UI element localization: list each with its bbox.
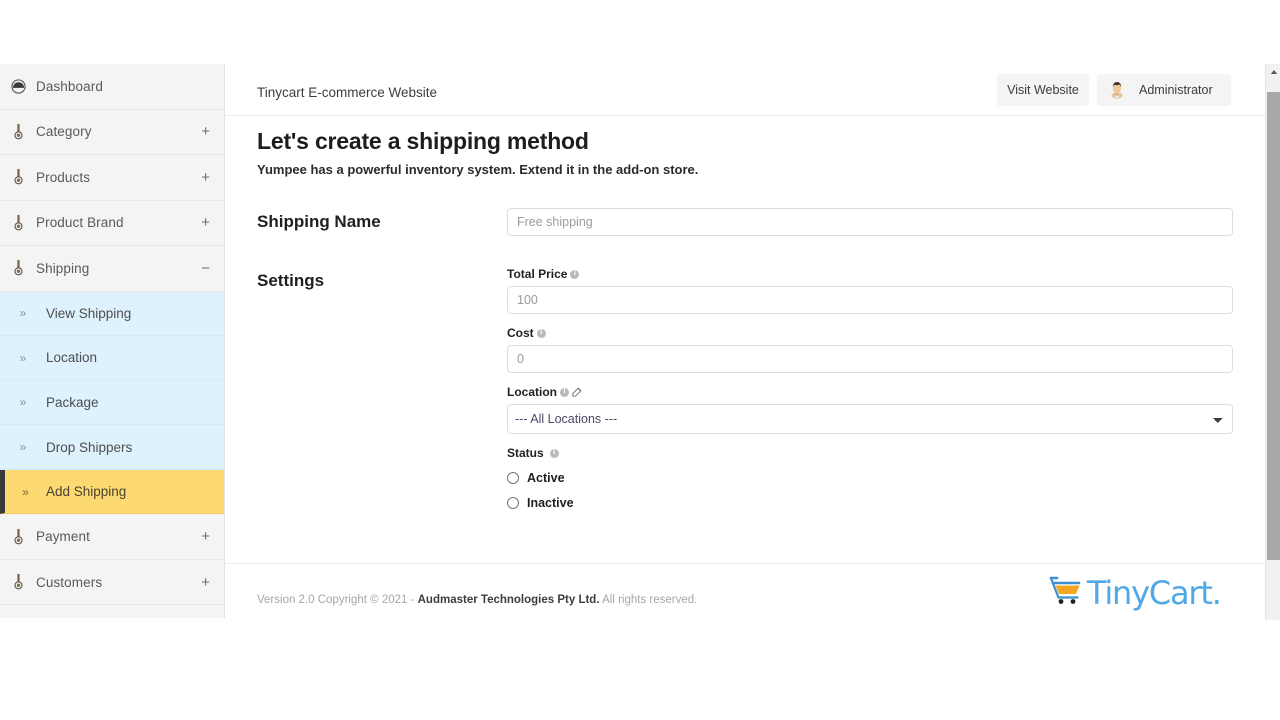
status-active-label[interactable]: Active xyxy=(527,471,565,485)
sidebar-item-label: Location xyxy=(46,350,98,366)
location-label: Location xyxy=(507,385,557,399)
pin-icon xyxy=(0,214,36,231)
scroll-up-arrow-icon[interactable] xyxy=(1266,64,1280,80)
sidebar-item-dashboard[interactable]: Dashboard xyxy=(0,64,224,110)
settings-row: Settings Total Price Cost xyxy=(257,267,1233,510)
settings-fields: Total Price Cost L xyxy=(507,267,1233,510)
status-option-active[interactable]: Active xyxy=(507,471,1233,485)
sidebar-item-drop-shippers[interactable]: » Drop Shippers xyxy=(0,425,224,470)
pin-icon xyxy=(0,574,36,590)
chevron-double-right-icon: » xyxy=(19,440,27,455)
page-header: Let's create a shipping method Yumpee ha… xyxy=(225,116,1265,177)
status-option-inactive[interactable]: Inactive xyxy=(507,496,1233,510)
sidebar-item-add-shipping[interactable]: » Add Shipping xyxy=(0,469,224,515)
total-price-label-wrap: Total Price xyxy=(507,267,1233,281)
tinycart-logo: TinyCart. xyxy=(1049,573,1222,612)
chevron-double-right-icon: » xyxy=(19,306,27,321)
sidebar-expander[interactable]: + xyxy=(201,170,210,185)
shipping-name-field-wrap xyxy=(507,208,1233,236)
sidebar-expander[interactable]: + xyxy=(201,575,210,590)
status-label-wrap: Status xyxy=(507,446,1233,460)
location-field: Location --- All Locations --- xyxy=(507,385,1233,434)
shipping-name-section-label: Shipping Name xyxy=(257,212,381,231)
user-avatar-icon xyxy=(1105,78,1129,102)
sidebar-item-label: Products xyxy=(36,169,91,185)
dashboard-icon xyxy=(0,79,36,94)
copyright-prefix: Version 2.0 Copyright © 2021 - xyxy=(257,594,418,606)
pin-icon xyxy=(0,123,36,140)
edit-pencil-icon[interactable] xyxy=(572,387,582,397)
visit-website-button[interactable]: Visit Website xyxy=(997,74,1089,106)
sidebar-item-label: Drop Shippers xyxy=(46,439,133,455)
copyright-suffix: All rights reserved. xyxy=(599,594,698,606)
sidebar-item-location[interactable]: » Location xyxy=(0,336,224,381)
status-inactive-label[interactable]: Inactive xyxy=(527,496,574,510)
sidebar-item-view-shipping[interactable]: » View Shipping xyxy=(0,291,224,337)
sidebar-expander[interactable]: + xyxy=(201,215,210,230)
sidebar-item-payment[interactable]: Payment + xyxy=(0,514,224,560)
status-label: Status xyxy=(507,446,544,460)
sidebar-collapser[interactable]: − xyxy=(201,261,210,276)
page-title: Let's create a shipping method xyxy=(257,128,589,154)
status-active-radio[interactable] xyxy=(507,472,519,484)
location-select[interactable]: --- All Locations --- xyxy=(507,404,1233,434)
sidebar-item-label: Product Brand xyxy=(36,215,124,231)
sidebar-expander[interactable]: + xyxy=(201,124,210,139)
chevron-double-right-icon: » xyxy=(22,484,29,499)
cost-field: Cost xyxy=(507,326,1233,373)
administrator-label: Administrator xyxy=(1139,83,1213,97)
tinycart-wordmark: TinyCart. xyxy=(1087,573,1222,612)
shipping-name-row: Shipping Name xyxy=(257,208,1233,236)
copyright-text: Version 2.0 Copyright © 2021 - Audmaster… xyxy=(257,594,697,606)
sidebar-expander[interactable]: + xyxy=(201,529,210,544)
total-price-label: Total Price xyxy=(507,267,568,281)
sidebar-item-category[interactable]: Category + xyxy=(0,109,224,155)
page-subtitle: Yumpee has a powerful inventory system. … xyxy=(257,162,699,177)
chevron-double-right-icon: » xyxy=(19,395,27,410)
cost-label-wrap: Cost xyxy=(507,326,1233,340)
administrator-menu-button[interactable]: Administrator xyxy=(1097,74,1231,106)
total-price-input[interactable] xyxy=(507,286,1233,314)
sidebar-item-products[interactable]: Products + xyxy=(0,155,224,201)
info-icon[interactable] xyxy=(536,327,546,338)
vertical-scroll-thumb[interactable] xyxy=(1267,92,1280,560)
total-price-field: Total Price xyxy=(507,267,1233,314)
cost-input[interactable] xyxy=(507,345,1233,373)
sidebar-item-label: Add Shipping xyxy=(46,484,127,500)
sidebar-item-label: Shipping xyxy=(36,260,90,276)
info-icon[interactable] xyxy=(560,386,569,397)
settings-section-label: Settings xyxy=(257,271,325,290)
status-field: Status Active Inactive xyxy=(507,446,1233,510)
pin-icon xyxy=(0,260,36,276)
info-icon[interactable] xyxy=(549,447,559,458)
status-inactive-radio[interactable] xyxy=(507,497,519,509)
cost-label: Cost xyxy=(507,326,534,340)
main-content: Tinycart E-commerce Website Visit Websit… xyxy=(225,64,1265,620)
page-footer: Version 2.0 Copyright © 2021 - Audmaster… xyxy=(225,563,1265,620)
sidebar-item-label: Package xyxy=(46,394,99,410)
pin-icon xyxy=(0,528,36,545)
admin-app-window: Dashboard Category + Products + Product … xyxy=(0,64,1280,620)
copyright-company: Audmaster Technologies Pty Ltd. xyxy=(417,594,600,606)
pin-icon xyxy=(0,169,36,185)
top-bar: Tinycart E-commerce Website Visit Websit… xyxy=(225,64,1265,116)
sidebar-item-package[interactable]: » Package xyxy=(0,380,224,426)
brand-title: Tinycart E-commerce Website xyxy=(257,85,438,100)
shopping-cart-icon xyxy=(1049,575,1083,610)
vertical-scrollbar[interactable] xyxy=(1265,64,1280,620)
sidebar-item-label: Category xyxy=(36,124,92,140)
sidebar-item-label: View Shipping xyxy=(46,305,132,321)
location-label-wrap: Location xyxy=(507,385,1233,399)
sidebar-item-label: Customers xyxy=(36,574,103,590)
sidebar-item-shipping[interactable]: Shipping − xyxy=(0,246,224,292)
shipping-form: Shipping Name Settings Total Price xyxy=(225,208,1265,510)
sidebar-item-label: Dashboard xyxy=(36,78,103,94)
info-icon[interactable] xyxy=(570,268,580,279)
sidebar-item-label: Payment xyxy=(36,529,90,545)
sidebar-item-product-brand[interactable]: Product Brand + xyxy=(0,200,224,246)
shipping-name-input[interactable] xyxy=(507,208,1233,236)
chevron-double-right-icon: » xyxy=(19,350,27,365)
sidebar-navigation: Dashboard Category + Products + Product … xyxy=(0,64,225,618)
sidebar-item-customers[interactable]: Customers + xyxy=(0,559,224,606)
